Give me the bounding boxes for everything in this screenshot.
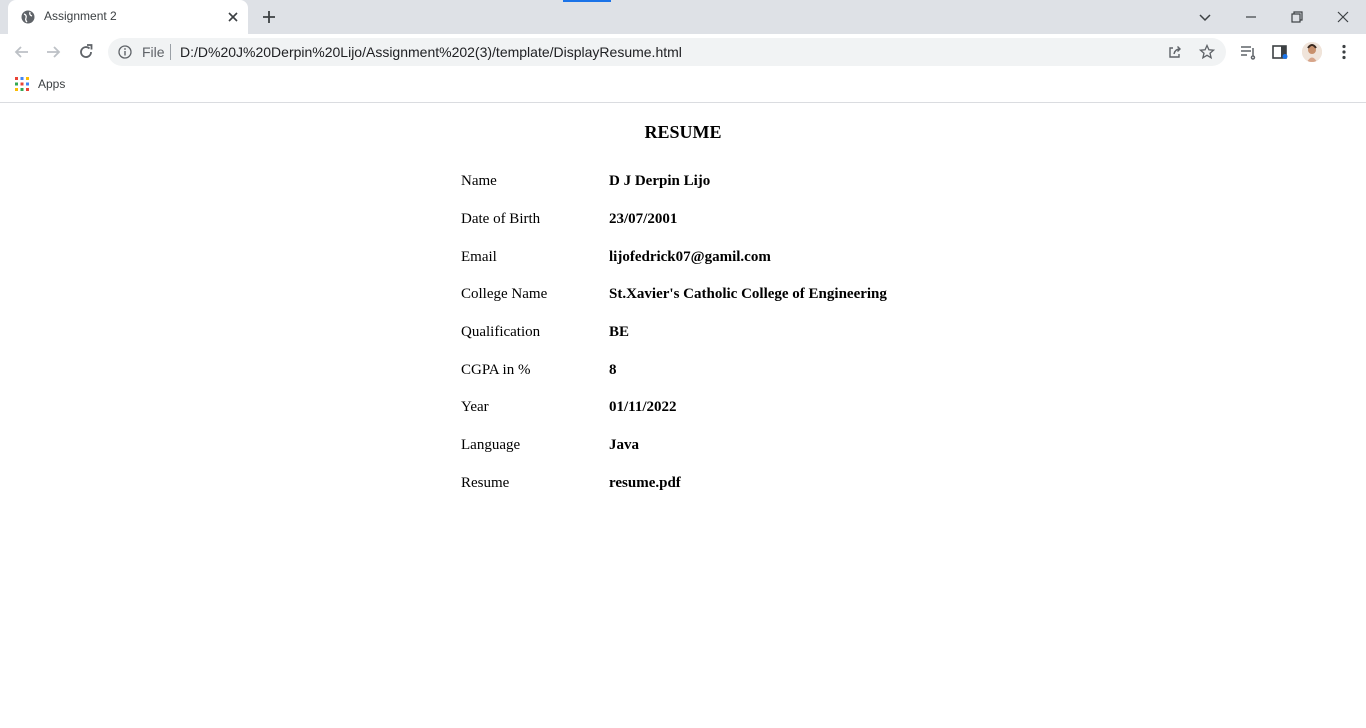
profile-avatar[interactable] <box>1302 42 1322 62</box>
back-icon[interactable] <box>12 42 32 62</box>
reading-list-icon[interactable] <box>1238 42 1258 62</box>
tab-loading-indicator <box>563 0 611 2</box>
field-label: Name <box>461 173 497 190</box>
more-menu-icon[interactable] <box>1334 42 1354 62</box>
new-tab-icon[interactable] <box>260 8 278 26</box>
table-row: Name D J Derpin Lijo <box>459 163 889 201</box>
table-row: Email lijofedrick07@gamil.com <box>459 238 889 276</box>
minimize-icon[interactable] <box>1240 6 1262 28</box>
field-value: Java <box>609 437 639 454</box>
table-row: Resume resume.pdf <box>459 465 889 503</box>
forward-icon[interactable] <box>43 42 63 62</box>
avatar-image <box>1302 42 1322 62</box>
table-row: Year 01/11/2022 <box>459 389 889 427</box>
field-value: lijofedrick07@gamil.com <box>609 248 771 265</box>
close-tab-icon[interactable] <box>226 10 240 24</box>
resume-table-body: Name D J Derpin Lijo Date of Birth 23/07/20… <box>459 163 889 502</box>
tab-search-icon[interactable] <box>1194 6 1216 28</box>
resume-table: Name D J Derpin Lijo Date of Birth 23/07/20… <box>459 163 889 502</box>
share-icon[interactable] <box>1167 44 1183 60</box>
field-label: Date of Birth <box>461 211 541 228</box>
table-row: College Name St.Xavier's Catholic College… <box>459 276 889 314</box>
browser-toolbar: File D:/D%20J%20Derpin%20Lijo/Assignment… <box>0 34 1366 70</box>
url-text[interactable]: D:/D%20J%20Derpin%20Lijo/Assignment%202(… <box>180 44 682 60</box>
table-row: Qualification BE <box>459 314 889 352</box>
restore-icon[interactable] <box>1286 6 1308 28</box>
field-label: Resume <box>461 474 510 491</box>
page-content: RESUME Name D J Derpin Lijo Date of Birth 2… <box>0 103 1366 728</box>
field-value: 01/11/2022 <box>609 399 677 416</box>
close-window-icon[interactable] <box>1332 6 1354 28</box>
table-row: Date of Birth 23/07/2001 <box>459 201 889 239</box>
address-divider <box>170 44 171 60</box>
field-value: resume.pdf <box>609 474 681 491</box>
globe-icon <box>21 10 35 24</box>
field-label: Qualification <box>461 324 541 341</box>
field-value: 23/07/2001 <box>609 211 678 228</box>
field-label: CGPA in % <box>461 361 531 378</box>
field-value: D J Derpin Lijo <box>609 173 711 190</box>
side-panel-icon[interactable] <box>1270 42 1290 62</box>
apps-grid-icon[interactable] <box>15 77 29 91</box>
field-value: St.Xavier's Catholic College of Engineer… <box>609 286 887 303</box>
field-label: Year <box>461 399 489 416</box>
field-label: Language <box>461 437 521 454</box>
tab-strip: Assignment 2 <box>0 0 1366 34</box>
address-scheme-label: File <box>142 44 165 60</box>
field-value: 8 <box>609 361 617 378</box>
apps-bookmark-label[interactable]: Apps <box>38 77 65 91</box>
field-label: Email <box>461 248 497 265</box>
table-row: Language Java <box>459 427 889 465</box>
page-title: RESUME <box>644 122 722 142</box>
field-value: BE <box>609 324 630 341</box>
browser-tab[interactable]: Assignment 2 <box>8 0 248 34</box>
bookmarks-bar: Apps <box>0 70 1366 103</box>
tab-title: Assignment 2 <box>44 9 117 23</box>
table-row: CGPA in % 8 <box>459 351 889 389</box>
bookmark-star-icon[interactable] <box>1199 44 1215 60</box>
reload-icon[interactable] <box>76 42 96 62</box>
field-label: College Name <box>461 286 548 303</box>
address-bar[interactable]: File D:/D%20J%20Derpin%20Lijo/Assignment… <box>108 38 1226 66</box>
info-icon[interactable] <box>118 45 132 59</box>
